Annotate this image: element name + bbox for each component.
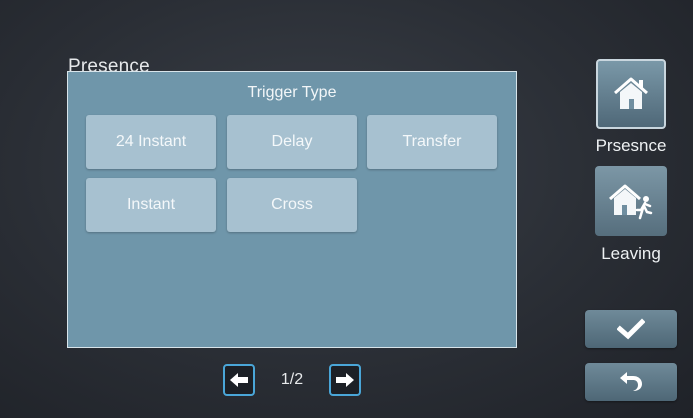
presence-label: Prsesnce: [595, 136, 667, 155]
dialog-title: Trigger Type: [247, 84, 337, 101]
home-icon: [614, 77, 648, 109]
pager: 1/2: [223, 364, 361, 396]
checkmark-icon: [617, 318, 645, 340]
trigger-type-dialog: Trigger Type 24 Instant Delay Transfer I…: [67, 71, 517, 348]
option-cross-button[interactable]: Cross: [227, 178, 357, 232]
option-transfer-button[interactable]: Transfer: [367, 115, 497, 169]
option-instant-button[interactable]: Instant: [86, 178, 216, 232]
back-button[interactable]: [585, 363, 677, 401]
arrow-left-icon: [230, 373, 248, 387]
option-delay-button[interactable]: Delay: [227, 115, 357, 169]
return-icon: [620, 372, 642, 391]
next-page-button[interactable]: [329, 364, 361, 396]
leaving-mode-button[interactable]: [595, 166, 667, 236]
arrow-right-icon: [336, 373, 354, 387]
leaving-label: Leaving: [601, 244, 661, 263]
prev-page-button[interactable]: [223, 364, 255, 396]
home-leaving-icon: [609, 184, 653, 220]
option-24-instant-button[interactable]: 24 Instant: [86, 115, 216, 169]
page-title: Presence: [68, 56, 150, 72]
confirm-button[interactable]: [585, 310, 677, 348]
page-indicator: 1/2: [280, 371, 304, 388]
presence-mode-button[interactable]: [596, 59, 666, 129]
